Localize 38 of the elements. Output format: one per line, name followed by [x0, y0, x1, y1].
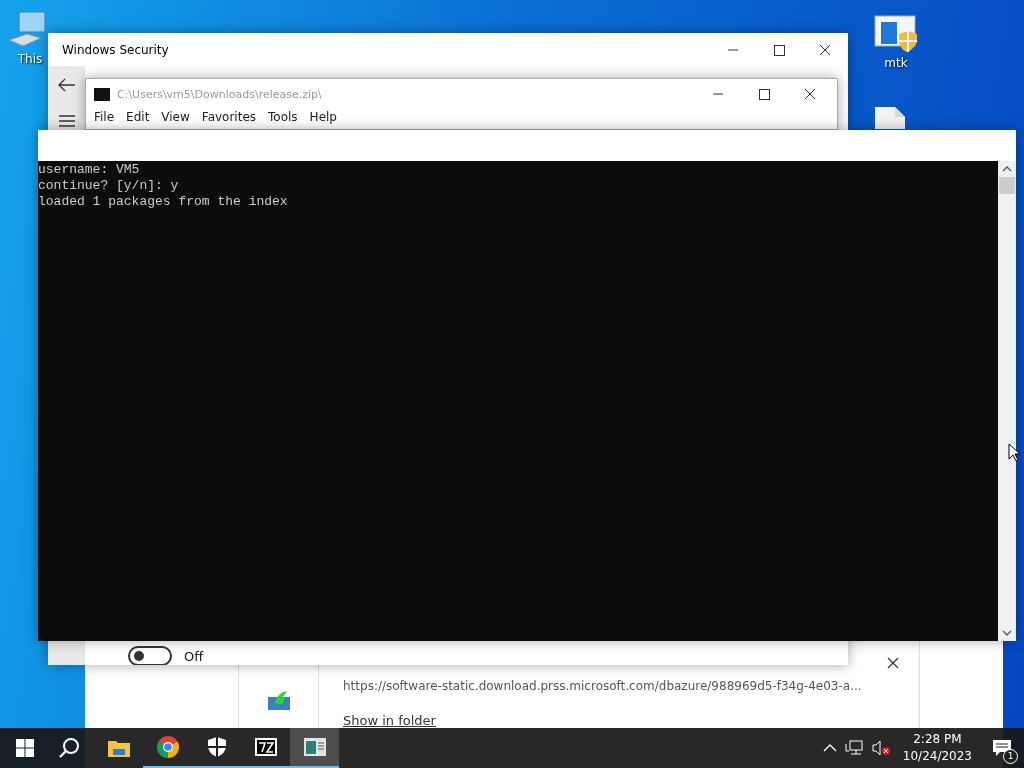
- menu-item[interactable]: Help: [303, 109, 343, 125]
- chrome-icon[interactable]: [155, 735, 180, 759]
- menu-item[interactable]: Favorites: [195, 109, 263, 125]
- window-title: Windows Security: [62, 42, 170, 57]
- mouse-cursor-icon: [1008, 443, 1020, 462]
- scroll-thumb[interactable]: [999, 177, 1015, 194]
- menu-item[interactable]: View: [155, 109, 196, 125]
- show-in-folder-link[interactable]: Show in folder: [343, 713, 436, 728]
- console-line: continue? [y/n]: y: [38, 178, 180, 194]
- installer-icon: [266, 689, 291, 711]
- notification-count[interactable]: 1: [1003, 749, 1018, 764]
- 7z-logo-icon[interactable]: [253, 735, 278, 759]
- windows-logo-icon[interactable]: [16, 739, 34, 757]
- scrollbar[interactable]: [998, 161, 1016, 641]
- close-icon[interactable]: [887, 657, 899, 669]
- scroll-down-icon[interactable]: [1002, 629, 1012, 637]
- clock-time[interactable]: 2:28 PM: [913, 731, 962, 748]
- menu-item[interactable]: Edit: [120, 109, 156, 125]
- app-window-icon[interactable]: [302, 735, 327, 759]
- menu-icon[interactable]: [57, 114, 76, 128]
- icon-label[interactable]: mtk: [884, 56, 908, 70]
- search-icon[interactable]: [58, 737, 80, 759]
- console-line: username: VM5: [38, 162, 141, 178]
- toggle-label: Off: [184, 648, 204, 664]
- menu-item[interactable]: File: [88, 109, 121, 125]
- toggle-switch[interactable]: [128, 646, 172, 665]
- network-icon[interactable]: [844, 740, 863, 756]
- menu-item[interactable]: Tools: [262, 109, 304, 125]
- window-title: C:\Users\vm5\Downloads\release.zip\: [117, 87, 323, 101]
- back-arrow-icon[interactable]: [57, 78, 76, 92]
- console-line: loaded 1 packages from the index: [38, 194, 289, 210]
- notification-icon[interactable]: [992, 739, 1012, 757]
- speaker-muted-icon[interactable]: [870, 740, 891, 756]
- download-url: https://software-static.download.prss.microsoft.com/dbazure/988969d5-f34g-4e03-a...: [343, 679, 862, 693]
- scroll-up-icon[interactable]: [1002, 165, 1012, 173]
- clock-date[interactable]: 10/24/2023: [902, 748, 972, 765]
- chevron-up-icon[interactable]: [822, 743, 837, 753]
- taskbar-button[interactable]: [290, 728, 339, 768]
